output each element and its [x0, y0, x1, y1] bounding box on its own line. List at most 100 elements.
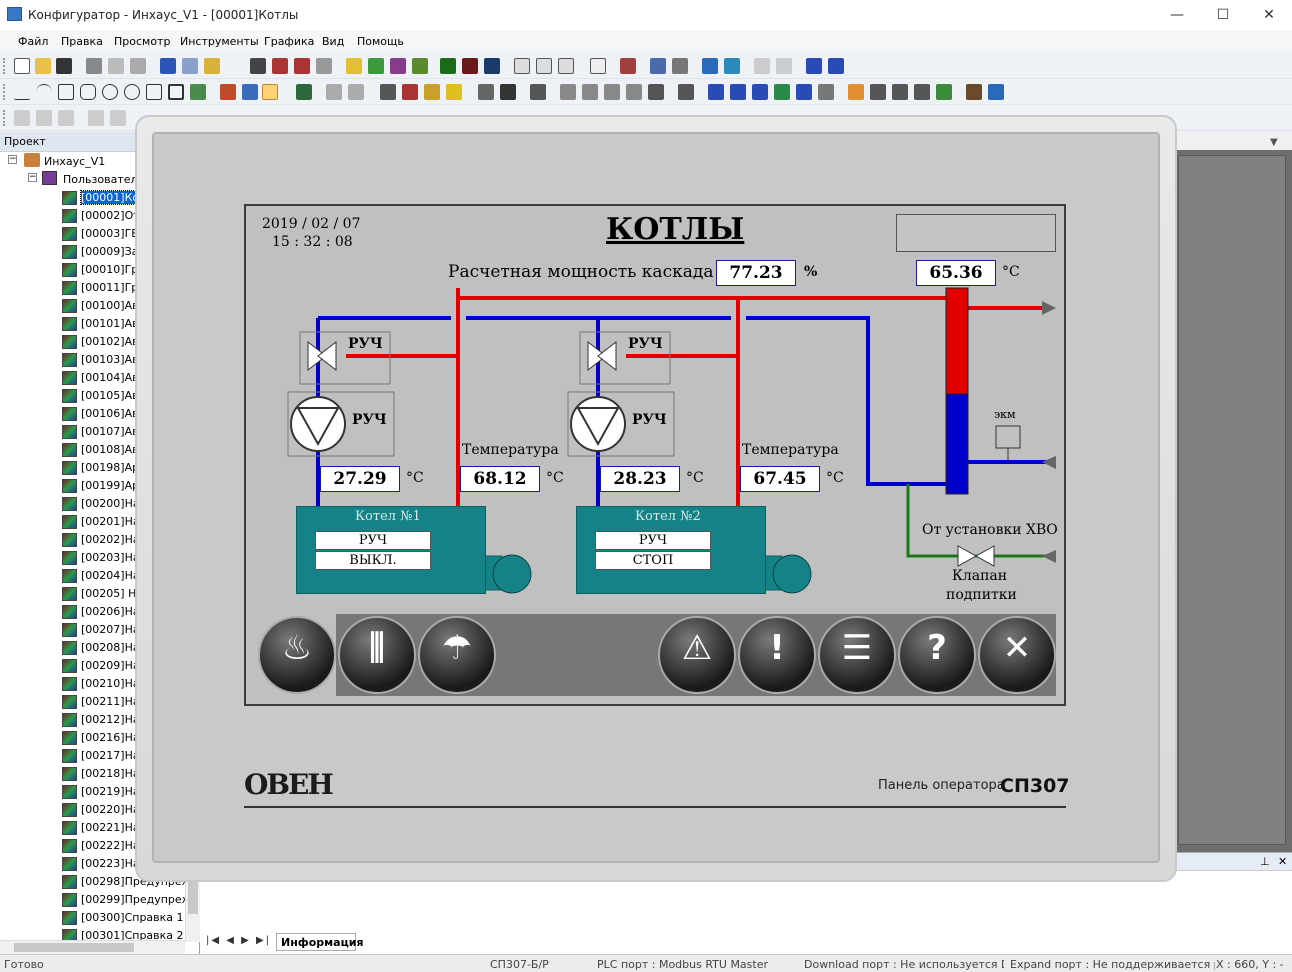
frame-icon[interactable]: [672, 58, 688, 74]
menu-window[interactable]: Вид: [322, 35, 344, 48]
numeric-display3-icon[interactable]: [484, 58, 500, 74]
rectangle-icon[interactable]: [58, 84, 74, 100]
scatter-icon[interactable]: [752, 84, 768, 100]
redo-icon[interactable]: [182, 58, 198, 74]
light-icon[interactable]: [446, 84, 462, 100]
menu-graphics[interactable]: Графика: [264, 35, 314, 48]
help-icon[interactable]: [204, 58, 220, 74]
box-icon[interactable]: [776, 58, 792, 74]
boilers-button[interactable]: ♨: [258, 616, 336, 694]
menu-help[interactable]: Помощь: [357, 35, 404, 48]
settings-button[interactable]: ✕: [978, 616, 1056, 694]
menu-view[interactable]: Просмотр: [114, 35, 170, 48]
close-button[interactable]: ✕: [1246, 0, 1292, 30]
panel-icon[interactable]: [648, 84, 664, 100]
globe-icon[interactable]: [702, 58, 718, 74]
table-icon[interactable]: [848, 84, 864, 100]
heating-button[interactable]: ⫼: [338, 616, 416, 694]
three-way-valve-icon[interactable]: [317, 340, 337, 372]
align2-icon[interactable]: [348, 84, 364, 100]
numeric-display-icon[interactable]: [440, 58, 456, 74]
boiler-2-mode[interactable]: РУЧ: [595, 531, 711, 550]
bar-chart2-icon[interactable]: [828, 58, 844, 74]
line-icon[interactable]: [14, 84, 30, 100]
line-chart2-icon[interactable]: [730, 84, 746, 100]
grid-table-icon[interactable]: [892, 84, 908, 100]
menu-file[interactable]: Файл: [18, 35, 48, 48]
paste-icon[interactable]: [130, 58, 146, 74]
hmi-screen[interactable]: 2019 / 02 / 07 15 : 32 : 08 КОТЛЫ Расчет…: [244, 204, 1066, 706]
globe2-icon[interactable]: [724, 58, 740, 74]
pin-icon[interactable]: ⊥: [1260, 855, 1270, 868]
tab-navigation[interactable]: |◀ ◀ ▶ ▶|: [206, 935, 271, 946]
minimize-button[interactable]: —: [1154, 0, 1200, 30]
pointer-icon[interactable]: [262, 84, 278, 100]
boiler-2-state[interactable]: СТОП: [595, 551, 711, 570]
flag-icon[interactable]: [412, 58, 428, 74]
toolbar-grip[interactable]: [3, 110, 6, 126]
boiler-1[interactable]: Котел №1 РУЧ ВЫКЛ.: [296, 506, 486, 594]
toolbar-grip[interactable]: [3, 58, 6, 74]
rounded-rect-icon[interactable]: [80, 84, 96, 100]
undo-icon[interactable]: [160, 58, 176, 74]
circle-icon[interactable]: [102, 84, 118, 100]
bars-icon[interactable]: [478, 84, 494, 100]
separator-temp-value[interactable]: 65.36: [916, 260, 996, 286]
spreadsheet-icon[interactable]: [936, 84, 952, 100]
sound-icon[interactable]: [424, 84, 440, 100]
align-icon[interactable]: [326, 84, 342, 100]
minus-icon[interactable]: [754, 58, 770, 74]
text-style2-icon[interactable]: [294, 58, 310, 74]
new-file-icon[interactable]: [14, 58, 30, 74]
valve-icon[interactable]: [560, 84, 576, 100]
copy-icon[interactable]: [108, 58, 124, 74]
screen-icon[interactable]: [530, 84, 546, 100]
three-way-valve-icon[interactable]: [597, 340, 617, 372]
toolbar-grip[interactable]: [3, 84, 6, 100]
grid-table2-icon[interactable]: [914, 84, 930, 100]
image-icon[interactable]: [190, 84, 206, 100]
color-icon[interactable]: [242, 84, 258, 100]
motor-icon[interactable]: [582, 84, 598, 100]
tool2-icon[interactable]: [988, 84, 1004, 100]
cut-icon[interactable]: [86, 58, 102, 74]
align-top-icon[interactable]: [88, 110, 104, 126]
arc-icon[interactable]: [36, 84, 52, 100]
line-chart-icon[interactable]: [708, 84, 724, 100]
scroll-thumb[interactable]: [14, 943, 134, 952]
area-chart-icon[interactable]: [774, 84, 790, 100]
trend-icon[interactable]: [296, 84, 312, 100]
alarm-box[interactable]: [896, 214, 1056, 252]
grid-icon[interactable]: [380, 84, 396, 100]
gear-icon[interactable]: [604, 84, 620, 100]
clock-icon[interactable]: [402, 84, 418, 100]
frame-rect-icon[interactable]: [168, 84, 184, 100]
ellipse-icon[interactable]: [124, 84, 140, 100]
pump-1-temp[interactable]: 27.29: [320, 466, 400, 492]
chart-icon[interactable]: [796, 84, 812, 100]
numeric-display2-icon[interactable]: [462, 58, 478, 74]
close-panel-icon[interactable]: ✕: [1278, 855, 1287, 868]
help-screen-button[interactable]: ?: [898, 616, 976, 694]
boiler-1-temp[interactable]: 68.12: [460, 466, 540, 492]
battery-icon[interactable]: [500, 84, 516, 100]
tree-item[interactable]: [00301]Справка 2: [0, 927, 185, 940]
save-icon[interactable]: [56, 58, 72, 74]
horizontal-scrollbar[interactable]: [0, 940, 185, 954]
counter-icon[interactable]: [558, 58, 574, 74]
makeup-valve-icon[interactable]: [974, 545, 995, 567]
boiler-1-mode[interactable]: РУЧ: [315, 531, 431, 550]
align-right-icon[interactable]: [58, 110, 74, 126]
text-icon[interactable]: [250, 58, 266, 74]
panel-dropdown-icon[interactable]: ▼: [1270, 137, 1278, 148]
chart-down-icon[interactable]: [818, 84, 834, 100]
text-style-icon[interactable]: [272, 58, 288, 74]
warnings-button[interactable]: !: [738, 616, 816, 694]
indicator-icon[interactable]: [368, 58, 384, 74]
boiler-2-temp[interactable]: 67.45: [740, 466, 820, 492]
menu-edit[interactable]: Правка: [61, 35, 103, 48]
maximize-button[interactable]: ☐: [1200, 0, 1246, 30]
menu-tools[interactable]: Инструменты: [180, 35, 259, 48]
tool-icon[interactable]: [966, 84, 982, 100]
hot-water-button[interactable]: ☂: [418, 616, 496, 694]
